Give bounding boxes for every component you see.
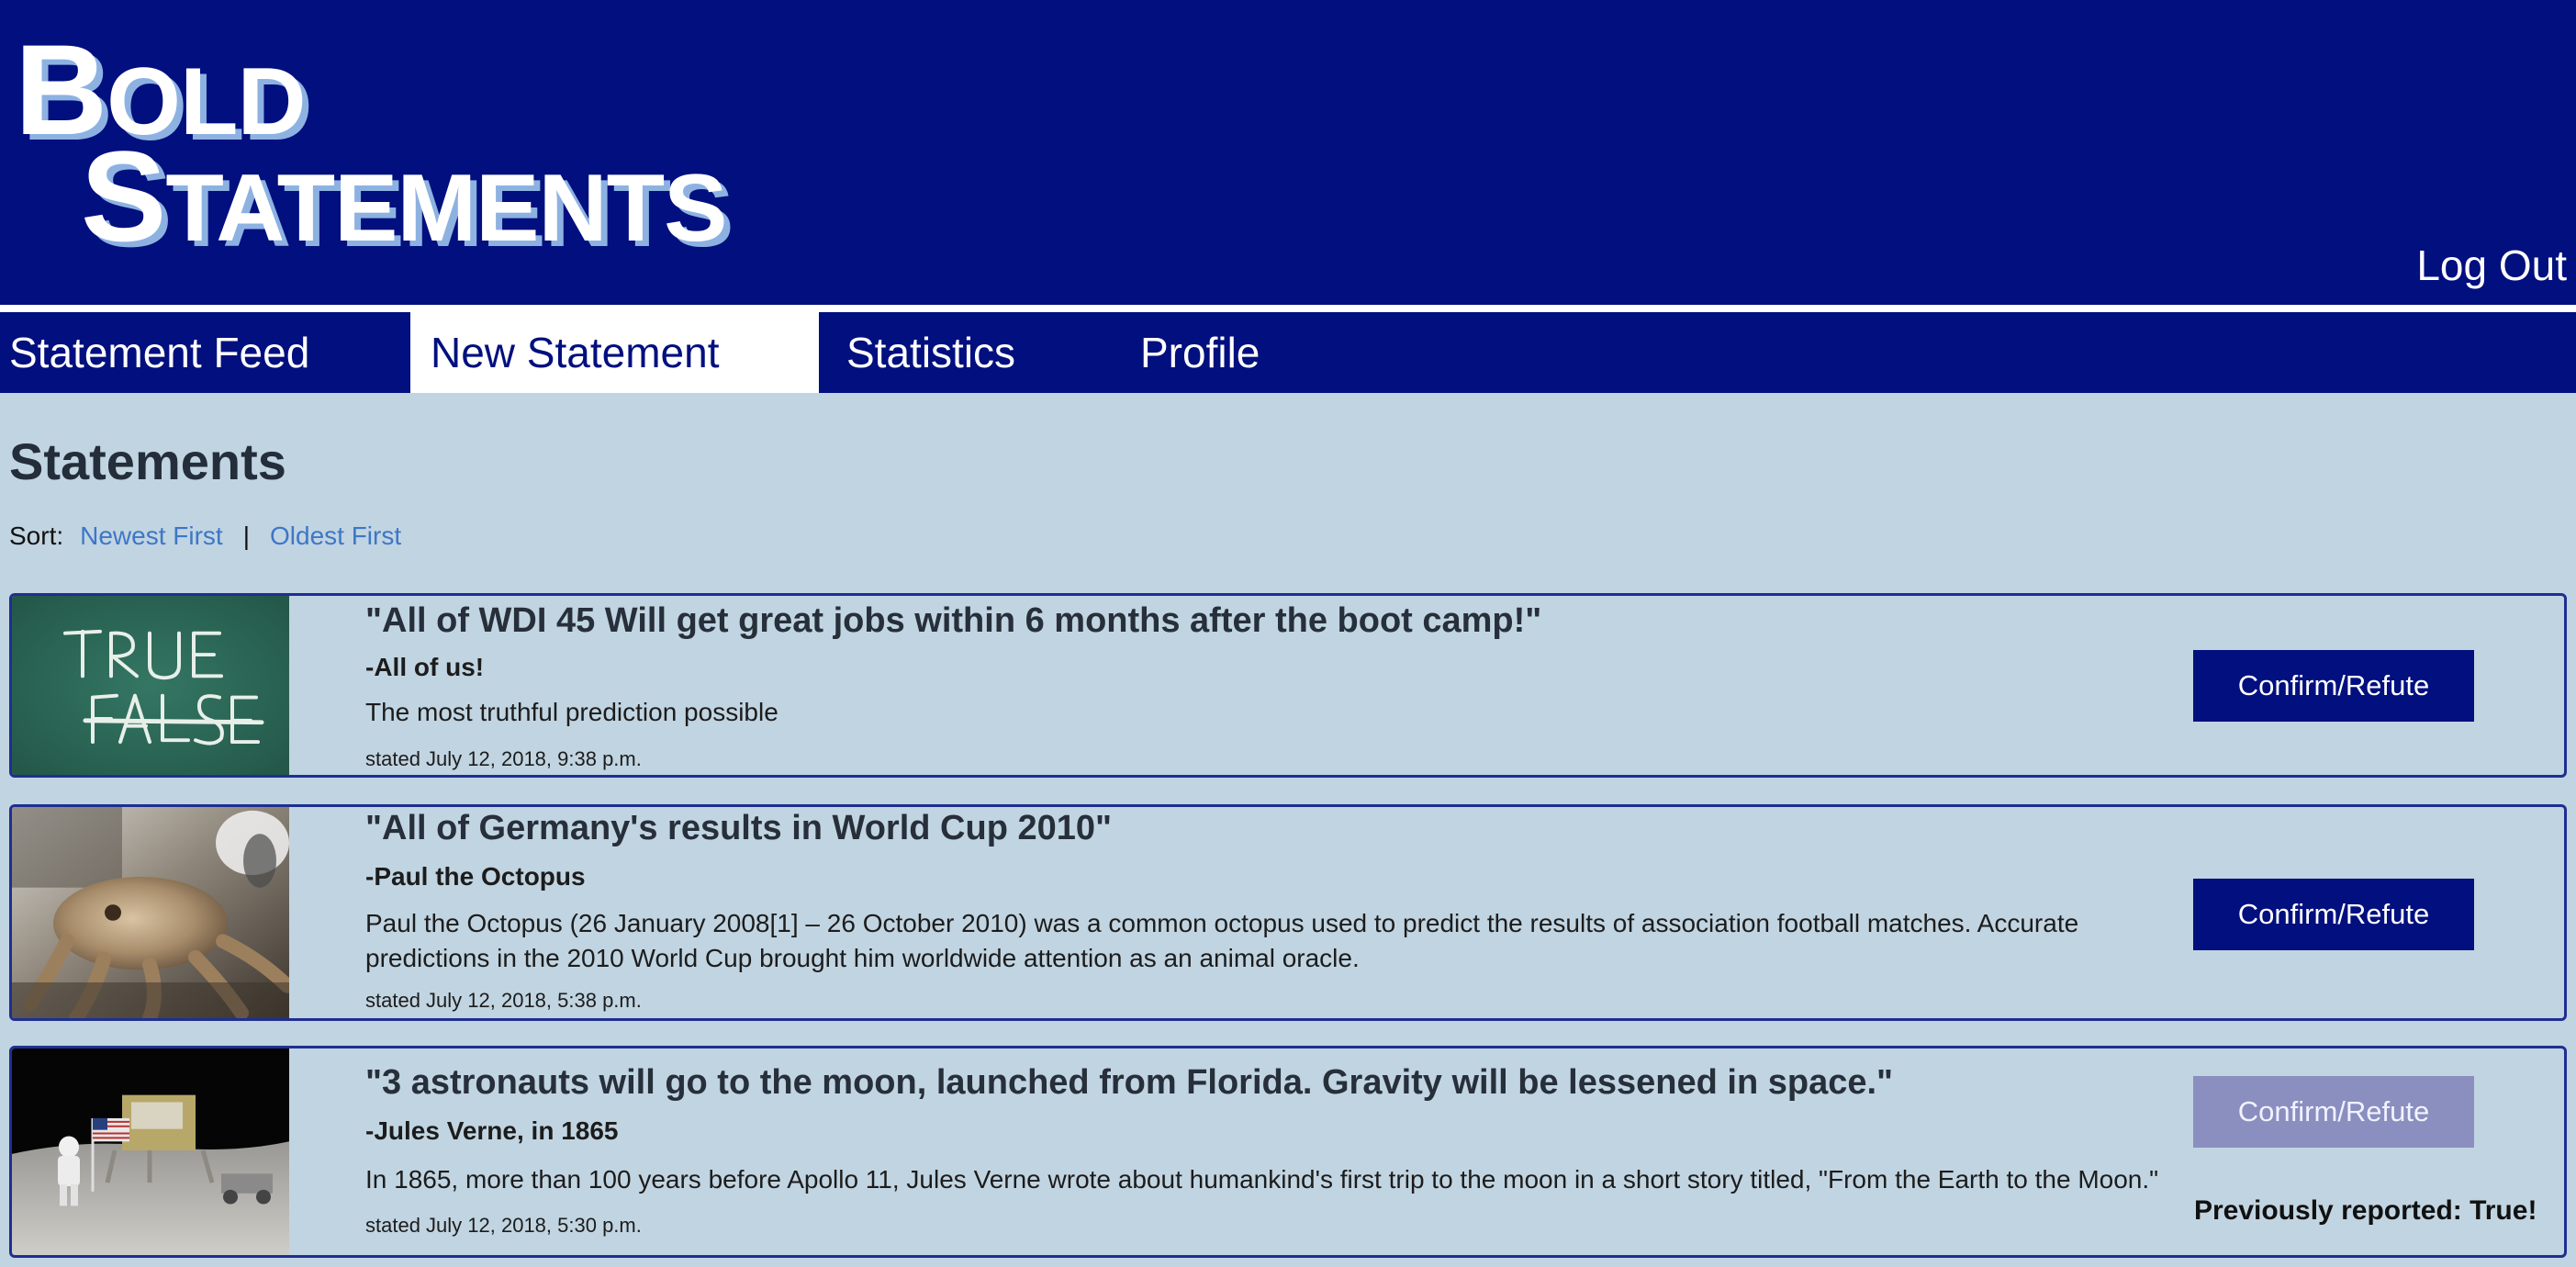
sort-label: Sort: [9,521,64,550]
sort-newest-first-link[interactable]: Newest First [80,521,223,550]
confirm-refute-button-disabled: Confirm/Refute [2193,1076,2474,1148]
statement-timestamp: stated July 12, 2018, 9:38 p.m. [365,747,642,770]
statement-quote: "All of Germany's results in World Cup 2… [365,809,1113,847]
statement-author: -Paul the Octopus [365,862,586,891]
page-title: Statements [9,432,286,490]
statement-description: Paul the Octopus (26 January 2008[1] – 2… [365,909,2079,972]
main-nav: Statement Feed New Statement Statistics … [0,312,2576,393]
statement-quote: "3 astronauts will go to the moon, launc… [365,1063,1894,1102]
tab-statement-feed[interactable]: Statement Feed [9,312,309,393]
header-divider [0,305,2576,312]
sort-oldest-first-link[interactable]: Oldest First [270,521,401,550]
statement-author: -Jules Verne, in 1865 [365,1116,619,1145]
sort-separator: | [242,521,250,550]
statement-card: "All of Germany's results in World Cup 2… [9,804,2567,1021]
astronaut-moon-image [12,1048,289,1255]
confirm-refute-button[interactable]: Confirm/Refute [2193,650,2474,722]
statement-card: "All of WDI 45 Will get great jobs withi… [9,593,2567,778]
tab-profile[interactable]: Profile [1140,312,1260,393]
statement-card: "3 astronauts will go to the moon, launc… [9,1046,2567,1258]
sort-controls: Sort: Newest First | Oldest First [9,521,401,551]
statement-author: -All of us! [365,653,485,681]
octopus-image [12,807,289,1018]
statement-timestamp: stated July 12, 2018, 5:30 p.m. [365,1214,642,1237]
logo-line-statements: STATEMENTS [81,132,727,262]
statement-quote: "All of WDI 45 Will get great jobs withi… [365,601,1542,640]
statement-timestamp: stated July 12, 2018, 5:38 p.m. [365,989,642,1012]
previous-report-status: Previously reported: True! [2194,1195,2537,1226]
chalkboard-image [12,596,289,775]
confirm-refute-button[interactable]: Confirm/Refute [2193,879,2474,950]
logo-initial-s: S [81,124,166,268]
logout-link[interactable]: Log Out [2416,241,2567,290]
tab-new-statement[interactable]: New Statement [410,312,819,393]
tab-statistics[interactable]: Statistics [846,312,1015,393]
statement-description: The most truthful prediction possible [365,698,778,726]
logo-rest-tatements: TATEMENTS [165,155,727,262]
site-header: BOLD STATEMENTS Log Out [0,0,2576,305]
statement-description: In 1865, more than 100 years before Apol… [365,1165,2159,1194]
